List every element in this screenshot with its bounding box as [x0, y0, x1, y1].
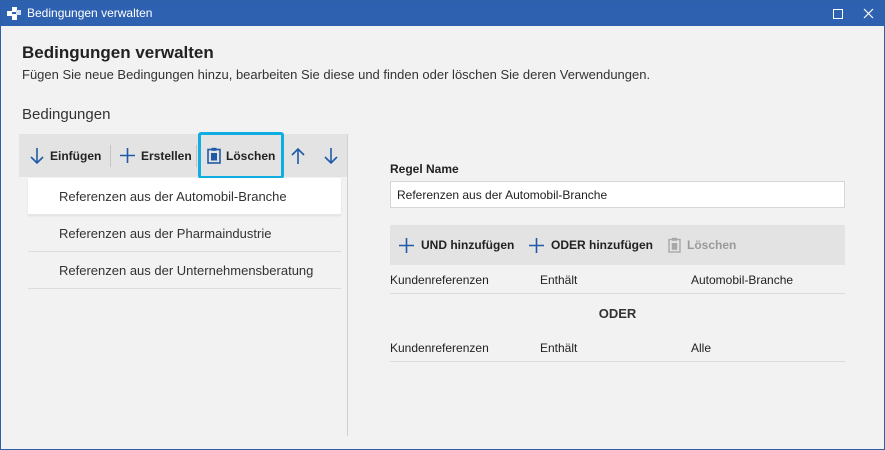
dialog-content: Bedingungen verwalten Fügen Sie neue Bed…: [1, 26, 884, 449]
condition-operator: Enthält: [540, 273, 578, 287]
page-subtitle: Fügen Sie neue Bedingungen hinzu, bearbe…: [22, 67, 651, 82]
add-or-label: ODER hinzufügen: [551, 238, 653, 252]
arrow-up-icon: [291, 147, 305, 164]
arrow-down-icon: [30, 147, 44, 164]
toolbar-separator: [110, 145, 111, 167]
plus-icon: [399, 237, 414, 253]
insert-label: Einfügen: [50, 148, 102, 163]
toolbar-separator: [196, 145, 197, 167]
or-separator: ODER: [598, 306, 637, 321]
close-icon: [863, 8, 873, 19]
condition-row[interactable]: Kundenreferenzen Enthält Automobil-Branc…: [390, 266, 845, 294]
rule-name-input[interactable]: [390, 181, 845, 208]
conditions-section-title: Bedingungen: [22, 106, 111, 123]
plus-icon: [529, 237, 544, 253]
add-and-label: UND hinzufügen: [421, 238, 515, 252]
page-title: Bedingungen verwalten: [22, 43, 214, 62]
clipboard-icon: [668, 237, 681, 253]
delete-rule-label: Löschen: [687, 238, 737, 252]
create-button[interactable]: Erstellen: [119, 134, 192, 177]
conditions-list: Referenzen aus der Automobil-Branche Ref…: [28, 178, 341, 289]
condition-value: Alle: [691, 341, 712, 355]
list-item[interactable]: Referenzen aus der Automobil-Branche: [28, 178, 341, 215]
create-label: Erstellen: [141, 148, 192, 163]
arrow-down-icon: [324, 147, 338, 164]
list-item[interactable]: Referenzen aus der Pharmaindustrie: [28, 215, 341, 252]
conditions-toolbar: Einfügen Erstellen Löschen: [19, 134, 348, 177]
condition-operator: Enthält: [540, 341, 578, 355]
delete-rule-button[interactable]: Löschen: [668, 225, 736, 265]
move-up-button[interactable]: [290, 134, 306, 177]
close-button[interactable]: [853, 1, 883, 26]
dialog-window: Bedingungen verwalten Bedingungen verwal…: [0, 0, 885, 450]
delete-button-highlight: [198, 132, 284, 179]
list-item[interactable]: Referenzen aus der Unternehmensberatung: [28, 252, 341, 289]
insert-button[interactable]: Einfügen: [29, 134, 101, 177]
move-down-button[interactable]: [323, 134, 339, 177]
maximize-icon: [833, 8, 843, 19]
plus-icon: [120, 148, 135, 163]
rule-name-label: Regel Name: [390, 162, 459, 176]
add-or-button[interactable]: ODER hinzufügen: [528, 225, 653, 265]
maximize-button[interactable]: [823, 1, 853, 26]
app-icon: [7, 7, 21, 20]
condition-field: Kundenreferenzen: [390, 273, 489, 287]
window-title: Bedingungen verwalten: [27, 6, 153, 20]
condition-field: Kundenreferenzen: [390, 341, 489, 355]
title-bar: Bedingungen verwalten: [1, 1, 884, 26]
condition-value: Automobil-Branche: [691, 273, 794, 287]
panel-divider: [347, 134, 348, 436]
add-and-button[interactable]: UND hinzufügen: [398, 225, 514, 265]
condition-row[interactable]: Kundenreferenzen Enthält Alle: [390, 334, 845, 362]
rule-toolbar: UND hinzufügen ODER hinzufügen Löschen: [390, 225, 845, 265]
